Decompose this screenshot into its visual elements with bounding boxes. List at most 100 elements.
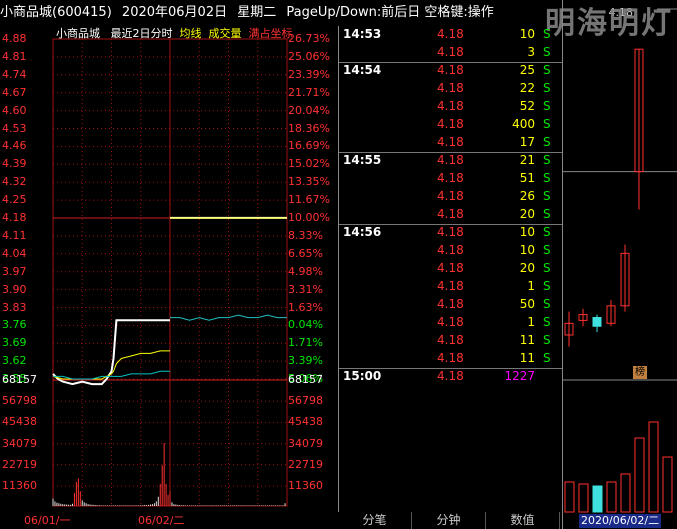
volume-tick-label: 11360 [2, 479, 37, 492]
trade-side-flag: S [543, 81, 551, 95]
trade-price: 4.18 [437, 297, 464, 311]
trade-time: 15:00 [343, 369, 382, 383]
trade-volume: 22 [519, 81, 535, 95]
price-tick-label: 3.62 [2, 354, 27, 368]
price-tick-label: 4.81 [2, 49, 27, 63]
trade-volume: 17 [519, 135, 535, 149]
price-tick-label: 4.74 [2, 67, 27, 81]
pct-tick-label: 15.02% [288, 157, 330, 171]
bottom-tabs: 分笔 分钟 数值 [338, 512, 562, 529]
kline-volume-bar [592, 485, 603, 513]
kline-volume-bar [648, 421, 659, 513]
trade-time: 14:53 [343, 27, 382, 41]
price-tick-label: 4.11 [2, 228, 27, 242]
trade-volume: 10 [519, 225, 535, 239]
volume-tick-label: 22719 [2, 457, 37, 471]
price-tick-label: 3.83 [2, 300, 27, 314]
trade-volume: 52 [519, 99, 535, 113]
pct-tick-label: 1.71% [288, 336, 323, 350]
date-day1: 06/01/一 [24, 514, 71, 527]
pct-tick-label: 8.33% [288, 228, 323, 242]
trade-price: 4.18 [437, 135, 464, 149]
pct-tick-label: 10.00% [288, 211, 330, 224]
pct-tick-label: 3.31% [288, 282, 323, 296]
kline-date: 2020/06/02/二 [579, 514, 662, 528]
trade-ticker-panel[interactable]: 14:53 4.18 10 S 4.18 3 S 14:54 4.18 25 S 4.18 22 S 4.1… [338, 26, 563, 514]
pct-tick-label: 21.71% [288, 85, 330, 99]
chart-legend: 小商品城 最近2日分时 均线 成交量 满占坐标 [56, 27, 293, 41]
pct-tick-label: 0.04% [288, 318, 323, 332]
trade-price: 4.18 [437, 333, 464, 347]
date-bar: 06/01/一 06/02/二 [0, 512, 338, 529]
pct-tick-label: 16.69% [288, 139, 330, 153]
price-tick-label: 4.46 [2, 139, 27, 153]
trade-price: 4.18 [437, 315, 464, 329]
trade-volume: 21 [519, 153, 535, 167]
price-tick-label: 4.32 [2, 175, 27, 189]
trade-side-flag: S [543, 153, 551, 167]
kline-chart[interactable] [562, 0, 677, 529]
volume-tick-label: 45438 [288, 415, 323, 429]
trade-volume: 11 [519, 333, 535, 347]
tab-values[interactable]: 数值 [486, 512, 560, 529]
pct-tick-label: 23.39% [288, 67, 330, 81]
trade-volume: 10 [519, 243, 535, 257]
trade-side-flag: S [543, 189, 551, 203]
tab-minutes[interactable]: 分钟 [412, 512, 486, 529]
trade-side-flag: S [543, 45, 551, 59]
price-tick-label: 4.67 [2, 85, 27, 99]
hint-text: PageUp/Down:前后日 空格键:操作 [286, 5, 494, 20]
pct-tick-label: 26.73% [288, 32, 330, 45]
pct-tick-label: 13.35% [288, 175, 330, 189]
volume-tick-label: 68157 [288, 373, 323, 386]
price-tick-label: 3.69 [2, 336, 27, 350]
trade-volume: 1227 [504, 369, 535, 383]
trade-time: 14:54 [343, 63, 382, 77]
trade-side-flag: S [543, 225, 551, 239]
tab-ticks[interactable]: 分笔 [338, 512, 412, 529]
trade-price: 4.18 [437, 243, 464, 257]
volume-tick-label: 56798 [2, 394, 37, 408]
pct-tick-label: 18.36% [288, 121, 330, 135]
trade-side-flag: S [543, 351, 551, 365]
legend-limit: 满占坐标 [248, 27, 293, 40]
trade-side-flag: S [543, 243, 551, 257]
weekday: 星期二 [237, 5, 277, 20]
trade-price: 4.18 [437, 189, 464, 203]
trade-volume: 20 [519, 207, 535, 221]
volume-tick-label: 11360 [288, 479, 323, 492]
trade-volume: 51 [519, 171, 535, 185]
price-tick-label: 4.53 [2, 121, 27, 135]
price-tick-label: 3.90 [2, 282, 27, 296]
volume-tick-label: 22719 [288, 457, 323, 471]
trade-price: 4.18 [437, 153, 464, 167]
price-tick-label: 3.97 [2, 264, 27, 278]
trade-price: 4.18 [437, 369, 464, 383]
trade-price: 4.18 [437, 117, 464, 131]
trade-price: 4.18 [437, 45, 464, 59]
pct-tick-label: 25.06% [288, 49, 330, 63]
trade-side-flag: S [543, 99, 551, 113]
legend-stock-name: 小商品城 [56, 27, 100, 40]
trade-volume: 10 [519, 27, 535, 41]
kline-volume-bar [620, 473, 631, 513]
kline-volume-bar [564, 481, 575, 513]
trade-price: 4.18 [437, 261, 464, 275]
trade-volume: 50 [519, 297, 535, 311]
trade-volume: 3 [527, 45, 535, 59]
volume-tick-label: 34079 [288, 436, 323, 450]
trade-side-flag: S [543, 135, 551, 149]
trade-side-flag: S [543, 63, 551, 77]
pct-tick-label: 6.65% [288, 246, 323, 260]
legend-volume: 成交量 [208, 27, 242, 40]
trade-price: 4.18 [437, 99, 464, 113]
trade-volume: 1 [527, 315, 535, 329]
trade-price: 4.18 [437, 351, 464, 365]
legend-period: 最近2日分时 [110, 27, 173, 40]
kline-volume-bar [662, 456, 673, 513]
stock-name: 小商品城(600415) [0, 5, 112, 20]
volume-tick-label: 34079 [2, 436, 37, 450]
rank-badge[interactable]: 榜 [633, 366, 647, 379]
kline-volume-bar [634, 437, 645, 513]
trade-price: 4.18 [437, 171, 464, 185]
